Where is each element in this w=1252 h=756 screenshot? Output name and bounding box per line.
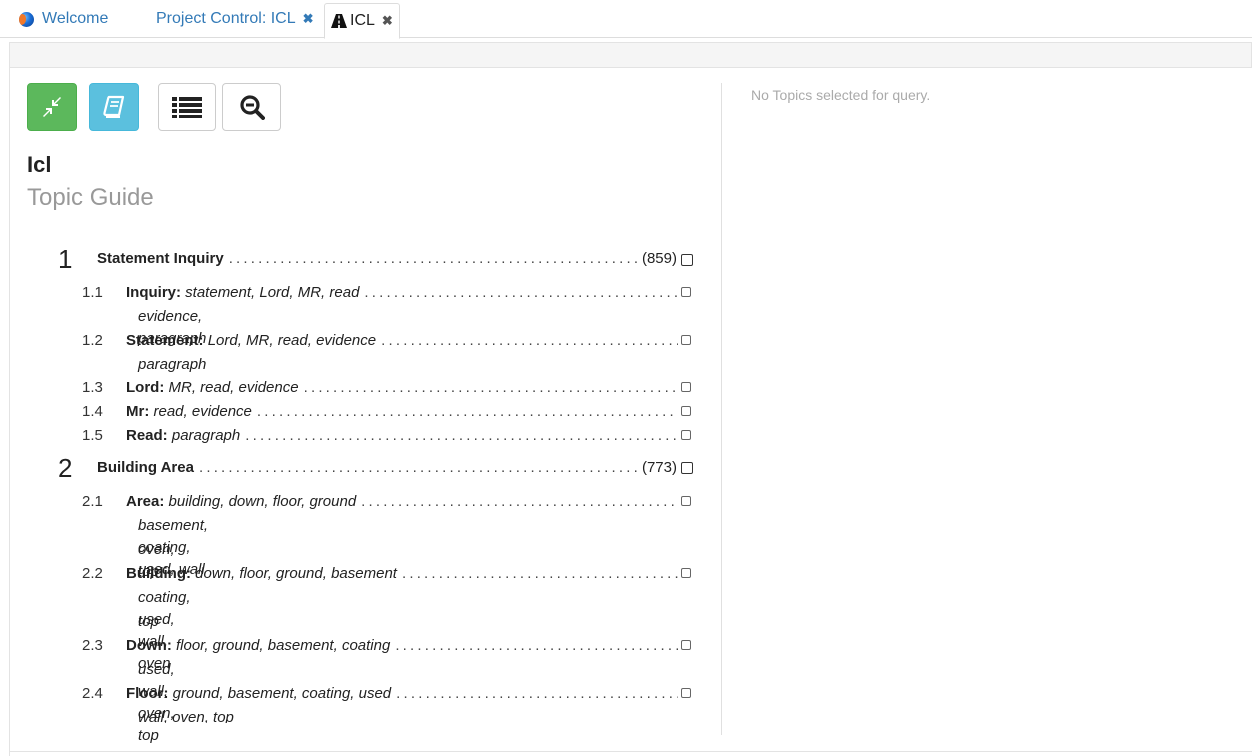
subtopic-row: Statement: Lord, MR, read, evidence ....… xyxy=(126,330,678,352)
tab-project-control[interactable]: Project Control: ICL ✖ xyxy=(156,0,314,38)
subtopic-checkbox[interactable] xyxy=(681,430,691,440)
subtopic-row: Mr: read, evidence .....................… xyxy=(126,401,678,423)
leader-dots: ........................................… xyxy=(256,403,678,420)
subtopic-number: 1.5 xyxy=(82,427,103,444)
topic-label: Statement Inquiry xyxy=(97,250,224,267)
tab-label: Welcome xyxy=(42,10,109,27)
leader-dots: ........................................… xyxy=(228,250,638,267)
subtopic-row: Area: building, down, floor, ground ....… xyxy=(126,491,678,513)
header-strip xyxy=(9,42,1252,68)
topic-checkbox[interactable] xyxy=(681,254,693,266)
leader-dots: ........................................… xyxy=(396,685,678,702)
topic-count: (859) xyxy=(641,250,677,267)
subtopic-terms: MR, read, evidence xyxy=(168,379,299,396)
page-title: Icl xyxy=(27,152,52,177)
subtopic-label: Building: xyxy=(126,565,191,582)
subtopic-terms: statement, Lord, MR, read xyxy=(185,284,360,301)
subtopic-row: Inquiry: statement, Lord, MR, read .....… xyxy=(126,282,678,304)
leader-dots: ........................................… xyxy=(381,332,678,349)
subtopic-number: 1.1 xyxy=(82,284,103,301)
subtopic-checkbox[interactable] xyxy=(681,287,691,297)
subtopic-number: 2.4 xyxy=(82,685,103,702)
tab-welcome[interactable]: Welcome xyxy=(19,0,108,38)
globe-icon xyxy=(19,11,34,27)
bottom-border xyxy=(9,751,1252,752)
compress-icon xyxy=(43,97,61,117)
list-clip: wall, oven, top xyxy=(0,707,720,723)
subtopic-number: 2.2 xyxy=(82,565,103,582)
subtopic-terms-cont: paragraph xyxy=(138,356,207,373)
leader-dots: ........................................… xyxy=(303,379,678,396)
subtopic-checkbox[interactable] xyxy=(681,688,691,698)
subtopic-label: Statement: xyxy=(126,332,204,349)
compress-button[interactable] xyxy=(27,83,77,131)
subtopic-number: 2.3 xyxy=(82,637,103,654)
subtopic-row: Floor: ground, basement, coating, used .… xyxy=(126,683,678,705)
tab-icl[interactable]: ICL ✖ xyxy=(324,3,400,39)
panel-divider xyxy=(721,83,722,735)
subtopic-label: Area: xyxy=(126,493,165,510)
leader-dots: ........................................… xyxy=(364,284,678,301)
subtopic-checkbox[interactable] xyxy=(681,335,691,345)
subtopic-checkbox[interactable] xyxy=(681,406,691,416)
leader-dots: ........................................… xyxy=(401,565,678,582)
leader-dots: ........................................… xyxy=(361,493,678,510)
subtopic-label: Read: xyxy=(126,427,168,444)
topic-count: (773) xyxy=(641,459,677,476)
zoom-out-button[interactable] xyxy=(222,83,281,131)
subtopic-label: Floor: xyxy=(126,685,169,702)
book-button[interactable] xyxy=(89,83,139,131)
subtopic-label: Mr: xyxy=(126,403,150,420)
subtopic-terms: ground, basement, coating, used xyxy=(172,685,392,702)
subtopic-row: Building: down, floor, ground, basement … xyxy=(126,563,678,585)
subtopic-checkbox[interactable] xyxy=(681,640,691,650)
tab-bar: Welcome Project Control: ICL ✖ ICL ✖ xyxy=(0,0,1252,39)
subtopic-terms-cont: wall, oven, top xyxy=(138,709,234,723)
subtopic-label: Lord: xyxy=(126,379,165,396)
leader-dots: ........................................… xyxy=(198,459,638,476)
subtopic-number: 1.4 xyxy=(82,403,103,420)
road-icon xyxy=(331,14,347,28)
tab-label: Project Control: ICL xyxy=(156,10,296,27)
tab-label: ICL xyxy=(350,12,375,29)
subtopic-label: Inquiry: xyxy=(126,284,181,301)
subtopic-checkbox[interactable] xyxy=(681,568,691,578)
subtopic-terms: down, floor, ground, basement xyxy=(195,565,397,582)
topic-label: Building Area xyxy=(97,459,194,476)
topic-number: 2 xyxy=(58,453,73,483)
topic-row: Statement Inquiry ......................… xyxy=(97,248,677,270)
query-notice: No Topics selected for query. xyxy=(751,87,931,103)
page-subtitle: Topic Guide xyxy=(27,184,154,211)
subtopic-terms: Lord, MR, read, evidence xyxy=(207,332,377,349)
zoom-out-icon xyxy=(239,95,265,120)
book-icon xyxy=(103,95,125,118)
topic-number: 1 xyxy=(58,244,73,274)
subtopic-label: Down: xyxy=(126,637,172,654)
subtopic-terms: paragraph xyxy=(171,427,241,444)
subtopic-row: Lord: MR, read, evidence ...............… xyxy=(126,377,678,399)
leader-dots: ........................................… xyxy=(395,637,678,654)
subtopic-terms-cont: top xyxy=(138,613,159,630)
subtopic-number: 1.3 xyxy=(82,379,103,396)
subtopic-checkbox[interactable] xyxy=(681,496,691,506)
close-icon[interactable]: ✖ xyxy=(382,13,393,29)
topic-row: Building Area ..........................… xyxy=(97,457,677,479)
subtopic-number: 2.1 xyxy=(82,493,103,510)
list-button[interactable] xyxy=(158,83,216,131)
subtopic-checkbox[interactable] xyxy=(681,382,691,392)
close-icon[interactable]: ✖ xyxy=(303,11,314,27)
subtopic-terms: floor, ground, basement, coating xyxy=(176,637,391,654)
subtopic-row: Down: floor, ground, basement, coating .… xyxy=(126,635,678,657)
subtopic-number: 1.2 xyxy=(82,332,103,349)
subtopic-terms: building, down, floor, ground xyxy=(168,493,357,510)
leader-dots: ........................................… xyxy=(245,427,678,444)
list-icon xyxy=(172,97,202,118)
subtopic-terms: read, evidence xyxy=(153,403,252,420)
topic-checkbox[interactable] xyxy=(681,462,693,474)
subtopic-row: Read: paragraph ........................… xyxy=(126,425,678,447)
